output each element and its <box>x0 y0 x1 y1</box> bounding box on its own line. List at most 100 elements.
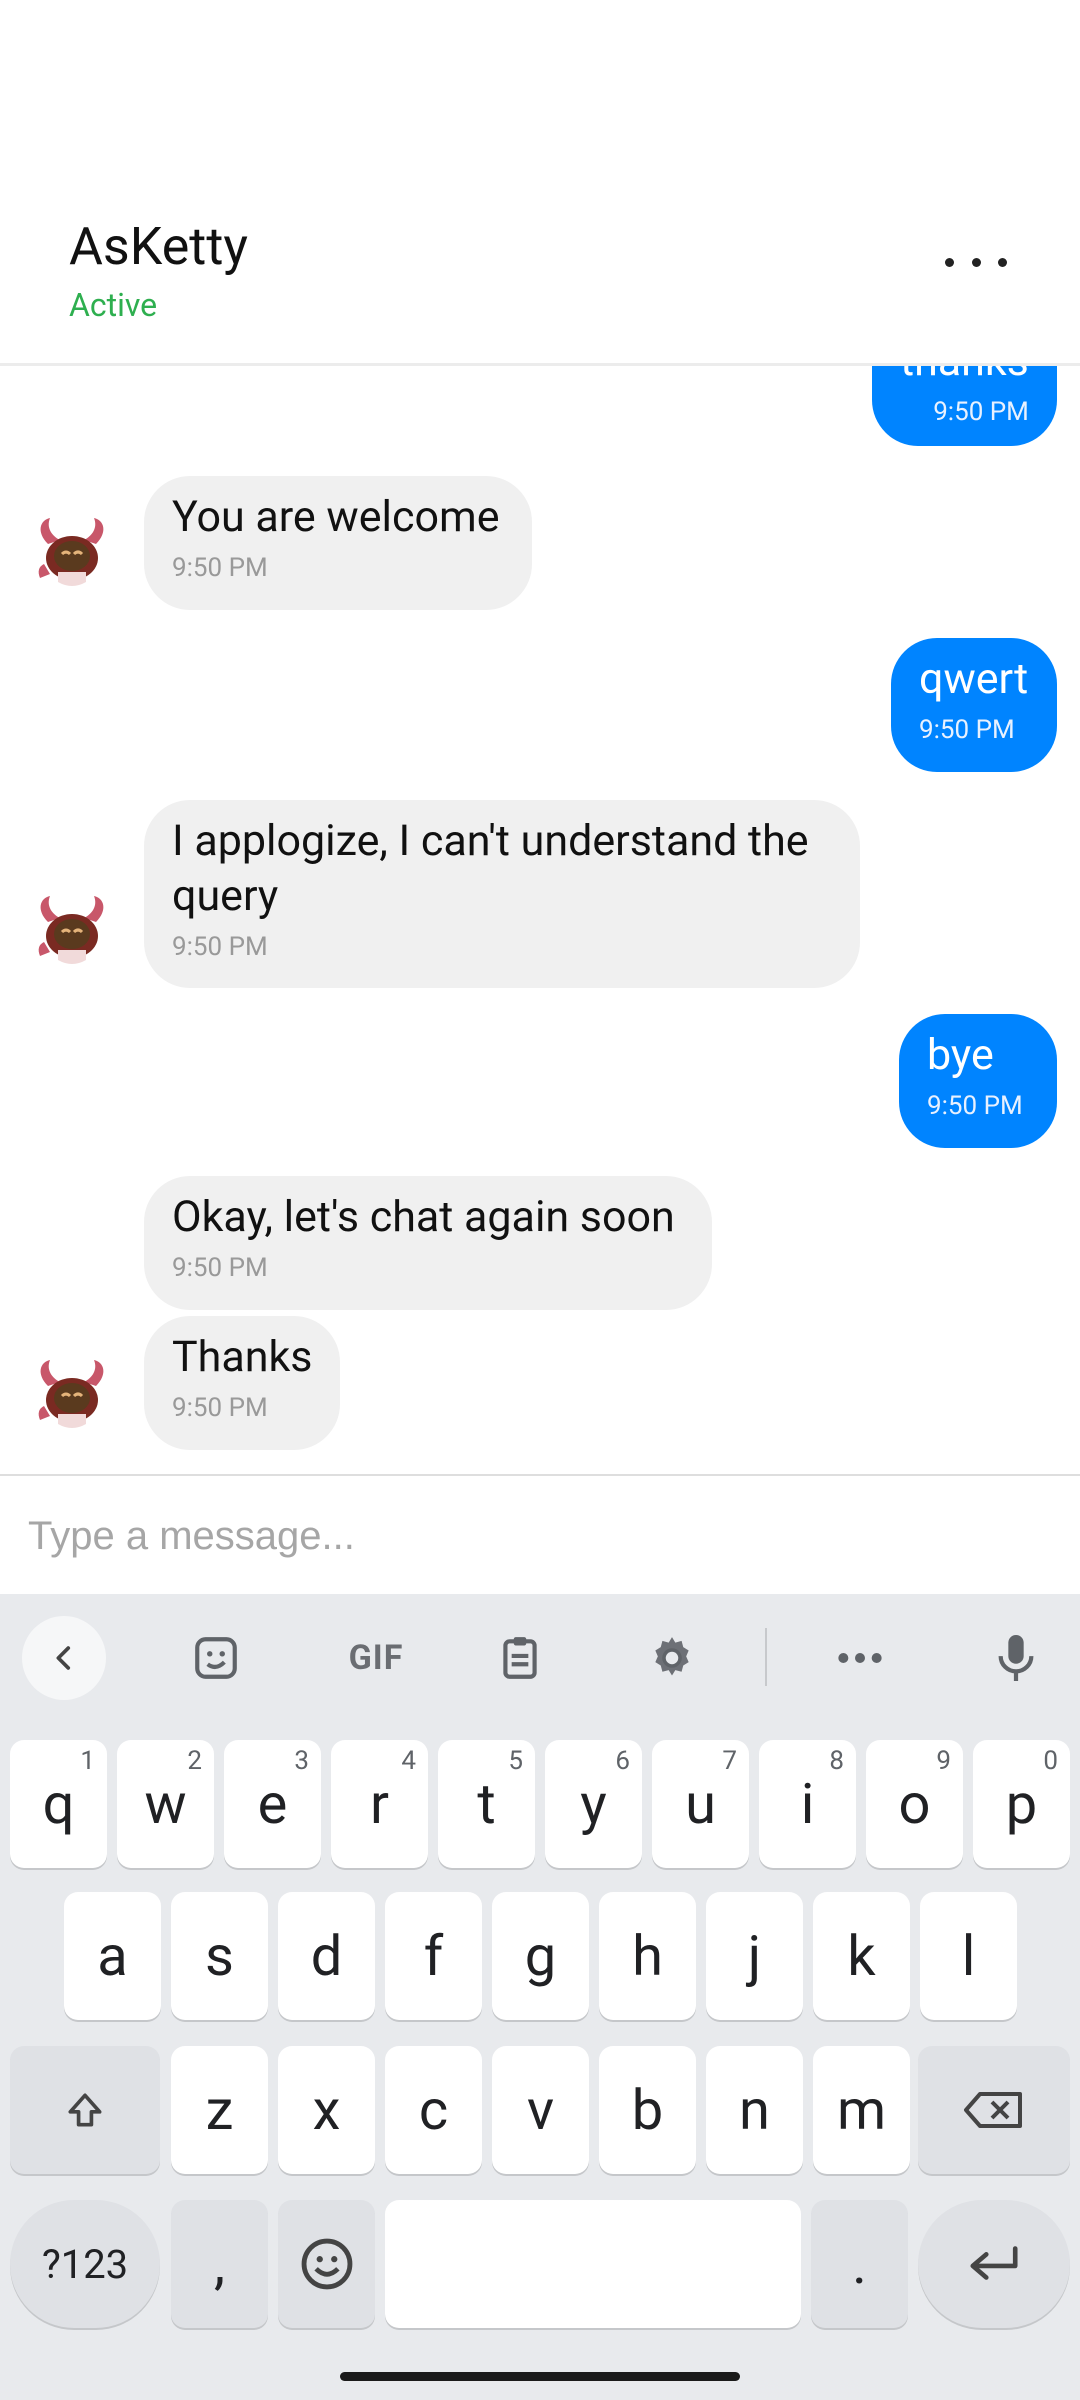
key-k[interactable]: k <box>813 1892 910 2020</box>
key-hint: 3 <box>294 1746 309 1776</box>
message-time: 9:50 PM <box>172 1393 268 1423</box>
key-m[interactable]: m <box>813 2046 910 2174</box>
comma-key[interactable]: , <box>171 2200 268 2328</box>
key-x[interactable]: x <box>278 2046 375 2174</box>
period-key[interactable]: . <box>811 2200 908 2328</box>
more-icon[interactable] <box>818 1616 902 1700</box>
key-label: y <box>580 1771 607 1837</box>
message-text: Thanks <box>172 1332 313 1382</box>
backspace-icon <box>964 2092 1022 2128</box>
key-hint: 5 <box>508 1746 523 1776</box>
key-s[interactable]: s <box>171 1892 268 2020</box>
key-hint: 1 <box>80 1746 95 1776</box>
key-label: w <box>144 1771 187 1837</box>
gear-icon[interactable] <box>630 1616 714 1700</box>
message-bubble-incoming: Thanks 9:50 PM <box>144 1316 340 1450</box>
gif-button[interactable]: GIF <box>326 1616 426 1700</box>
key-r[interactable]: r4 <box>331 1740 428 1868</box>
clipboard-icon[interactable] <box>478 1616 562 1700</box>
shift-icon <box>68 2093 102 2127</box>
key-y[interactable]: y6 <box>545 1740 642 1868</box>
key-i[interactable]: i8 <box>759 1740 856 1868</box>
message-time: 9:50 PM <box>172 932 268 962</box>
key-u[interactable]: u7 <box>652 1740 749 1868</box>
backspace-key[interactable] <box>918 2046 1070 2174</box>
key-a[interactable]: a <box>64 1892 161 2020</box>
message-bubble-incoming: Okay, let's chat again soon 9:50 PM <box>144 1176 712 1310</box>
key-o[interactable]: o9 <box>866 1740 963 1868</box>
more-options-icon[interactable] <box>945 258 1007 272</box>
key-e[interactable]: e3 <box>224 1740 321 1868</box>
message-composer <box>0 1474 1080 1594</box>
chat-header: AsKetty Active <box>0 0 1080 366</box>
key-c[interactable]: c <box>385 2046 482 2174</box>
key-hint: 6 <box>615 1746 630 1776</box>
key-hint: 7 <box>722 1746 737 1776</box>
message-text: Okay, let's chat again soon <box>172 1192 675 1242</box>
key-h[interactable]: h <box>599 1892 696 2020</box>
back-icon[interactable] <box>22 1616 106 1700</box>
shift-key[interactable] <box>10 2046 160 2174</box>
bot-avatar-icon <box>38 518 104 586</box>
chat-title: AsKetty <box>69 216 248 277</box>
space-key[interactable] <box>385 2200 801 2328</box>
message-bubble-outgoing: qwert 9:50 PM <box>891 638 1057 772</box>
sticker-icon[interactable] <box>174 1616 258 1700</box>
message-bubble-outgoing: bye 9:50 PM <box>899 1014 1057 1148</box>
emoji-key[interactable] <box>278 2200 375 2328</box>
key-j[interactable]: j <box>706 1892 803 2020</box>
key-label: u <box>685 1771 716 1837</box>
message-time: 9:50 PM <box>172 1253 268 1283</box>
home-indicator[interactable] <box>340 2372 740 2381</box>
key-t[interactable]: t5 <box>438 1740 535 1868</box>
enter-key[interactable] <box>918 2200 1070 2328</box>
keyboard: GIF q1 w2 e3 r4 t5 y6 u7 i8 o9 p0 a s d … <box>0 1594 1080 2400</box>
key-q[interactable]: q1 <box>10 1740 107 1868</box>
bot-avatar-icon <box>38 896 104 964</box>
key-hint: 8 <box>829 1746 844 1776</box>
bot-avatar-icon <box>38 1360 104 1428</box>
message-bubble-incoming: I applogize, I can't understand the quer… <box>144 800 860 988</box>
message-text: I applogize, I can't understand the quer… <box>172 816 809 921</box>
key-f[interactable]: f <box>385 1892 482 2020</box>
message-list[interactable]: thanks 9:50 PM You are welcome 9:50 PM q… <box>0 366 1080 1474</box>
key-d[interactable]: d <box>278 1892 375 2020</box>
toolbar-divider <box>765 1628 767 1686</box>
keyboard-toolbar: GIF <box>0 1594 1080 1716</box>
message-text: thanks <box>900 366 1029 389</box>
key-g[interactable]: g <box>492 1892 589 2020</box>
key-hint: 0 <box>1043 1746 1058 1776</box>
symbols-key[interactable]: ?123 <box>10 2200 160 2328</box>
enter-icon <box>970 2246 1018 2280</box>
message-text: qwert <box>919 654 1029 704</box>
message-bubble-incoming: You are welcome 9:50 PM <box>144 476 532 610</box>
key-w[interactable]: w2 <box>117 1740 214 1868</box>
key-hint: 4 <box>401 1746 416 1776</box>
key-label: t <box>477 1771 496 1837</box>
message-time: 9:50 PM <box>919 715 1015 745</box>
key-hint: 9 <box>936 1746 951 1776</box>
key-label: o <box>898 1771 931 1837</box>
message-text: bye <box>927 1030 994 1080</box>
key-v[interactable]: v <box>492 2046 589 2174</box>
key-b[interactable]: b <box>599 2046 696 2174</box>
message-time: 9:50 PM <box>172 553 268 583</box>
message-time: 9:50 PM <box>927 1091 1023 1121</box>
key-label: ?123 <box>41 2240 129 2288</box>
key-n[interactable]: n <box>706 2046 803 2174</box>
emoji-icon <box>301 2238 352 2290</box>
key-p[interactable]: p0 <box>973 1740 1070 1868</box>
message-text: You are welcome <box>172 492 500 542</box>
key-hint: 2 <box>187 1746 202 1776</box>
message-bubble-outgoing: thanks 9:50 PM <box>872 366 1057 446</box>
mic-icon[interactable] <box>974 1616 1058 1700</box>
message-input[interactable] <box>28 1504 1048 1568</box>
status-label: Active <box>69 286 158 324</box>
key-label: e <box>257 1771 288 1837</box>
key-label: q <box>42 1771 75 1837</box>
key-z[interactable]: z <box>171 2046 268 2174</box>
message-time: 9:50 PM <box>933 397 1029 427</box>
key-label: p <box>1005 1771 1038 1837</box>
key-label: r <box>370 1771 389 1837</box>
key-l[interactable]: l <box>920 1892 1017 2020</box>
